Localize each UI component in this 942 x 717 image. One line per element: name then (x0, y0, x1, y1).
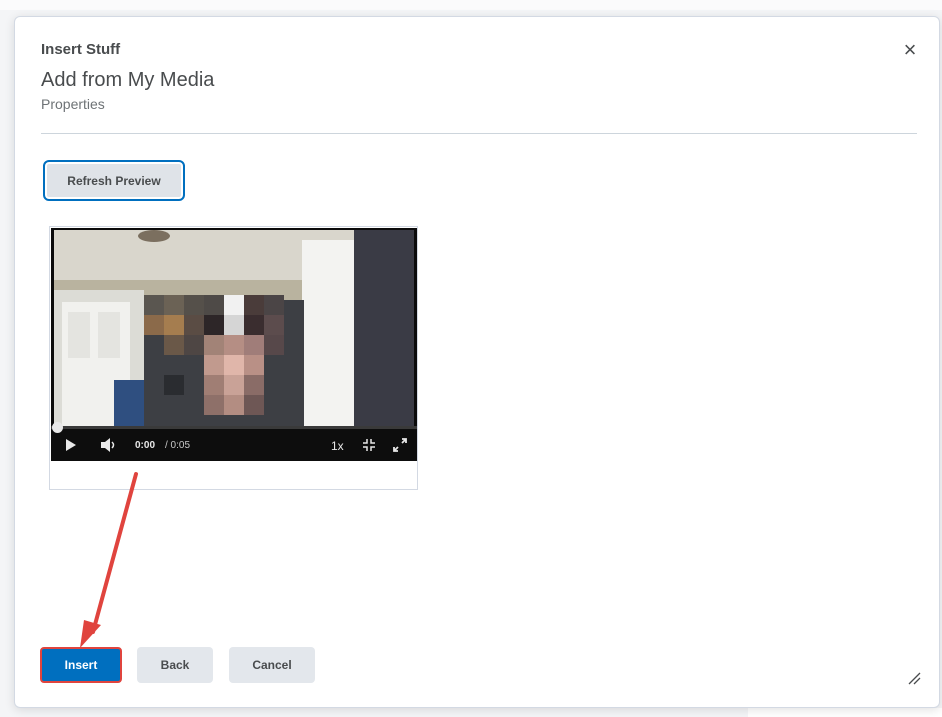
playback-speed[interactable]: 1x (331, 439, 344, 453)
progress-bar[interactable] (51, 426, 417, 429)
current-time: 0:00 (135, 440, 156, 451)
resize-handle-icon[interactable] (907, 671, 921, 685)
dialog-subtitle: Properties (41, 96, 105, 112)
back-button[interactable]: Back (137, 647, 213, 683)
collapse-icon[interactable] (362, 438, 376, 452)
progress-knob[interactable] (52, 422, 63, 433)
video-player[interactable]: 0:00 / 0:05 1x (51, 228, 417, 461)
refresh-preview-button[interactable]: Refresh Preview (43, 160, 185, 201)
divider (41, 133, 917, 134)
close-icon[interactable]: × (899, 39, 921, 61)
insert-stuff-dialog: Insert Stuff × Add from My Media Propert… (14, 16, 940, 708)
player-controls: 0:00 / 0:05 1x (51, 422, 417, 461)
background-panel-right (748, 708, 942, 717)
dialog-title: Add from My Media (41, 69, 215, 91)
volume-icon[interactable] (101, 438, 117, 452)
play-icon[interactable] (65, 439, 77, 451)
cancel-button[interactable]: Cancel (229, 647, 315, 683)
video-frame (54, 230, 414, 430)
dialog-overline: Insert Stuff (41, 41, 121, 58)
fullscreen-icon[interactable] (393, 438, 407, 452)
insert-button[interactable]: Insert (40, 647, 122, 683)
duration: / 0:05 (165, 440, 191, 451)
media-preview: 0:00 / 0:05 1x (49, 226, 418, 490)
background-panel (0, 0, 942, 10)
